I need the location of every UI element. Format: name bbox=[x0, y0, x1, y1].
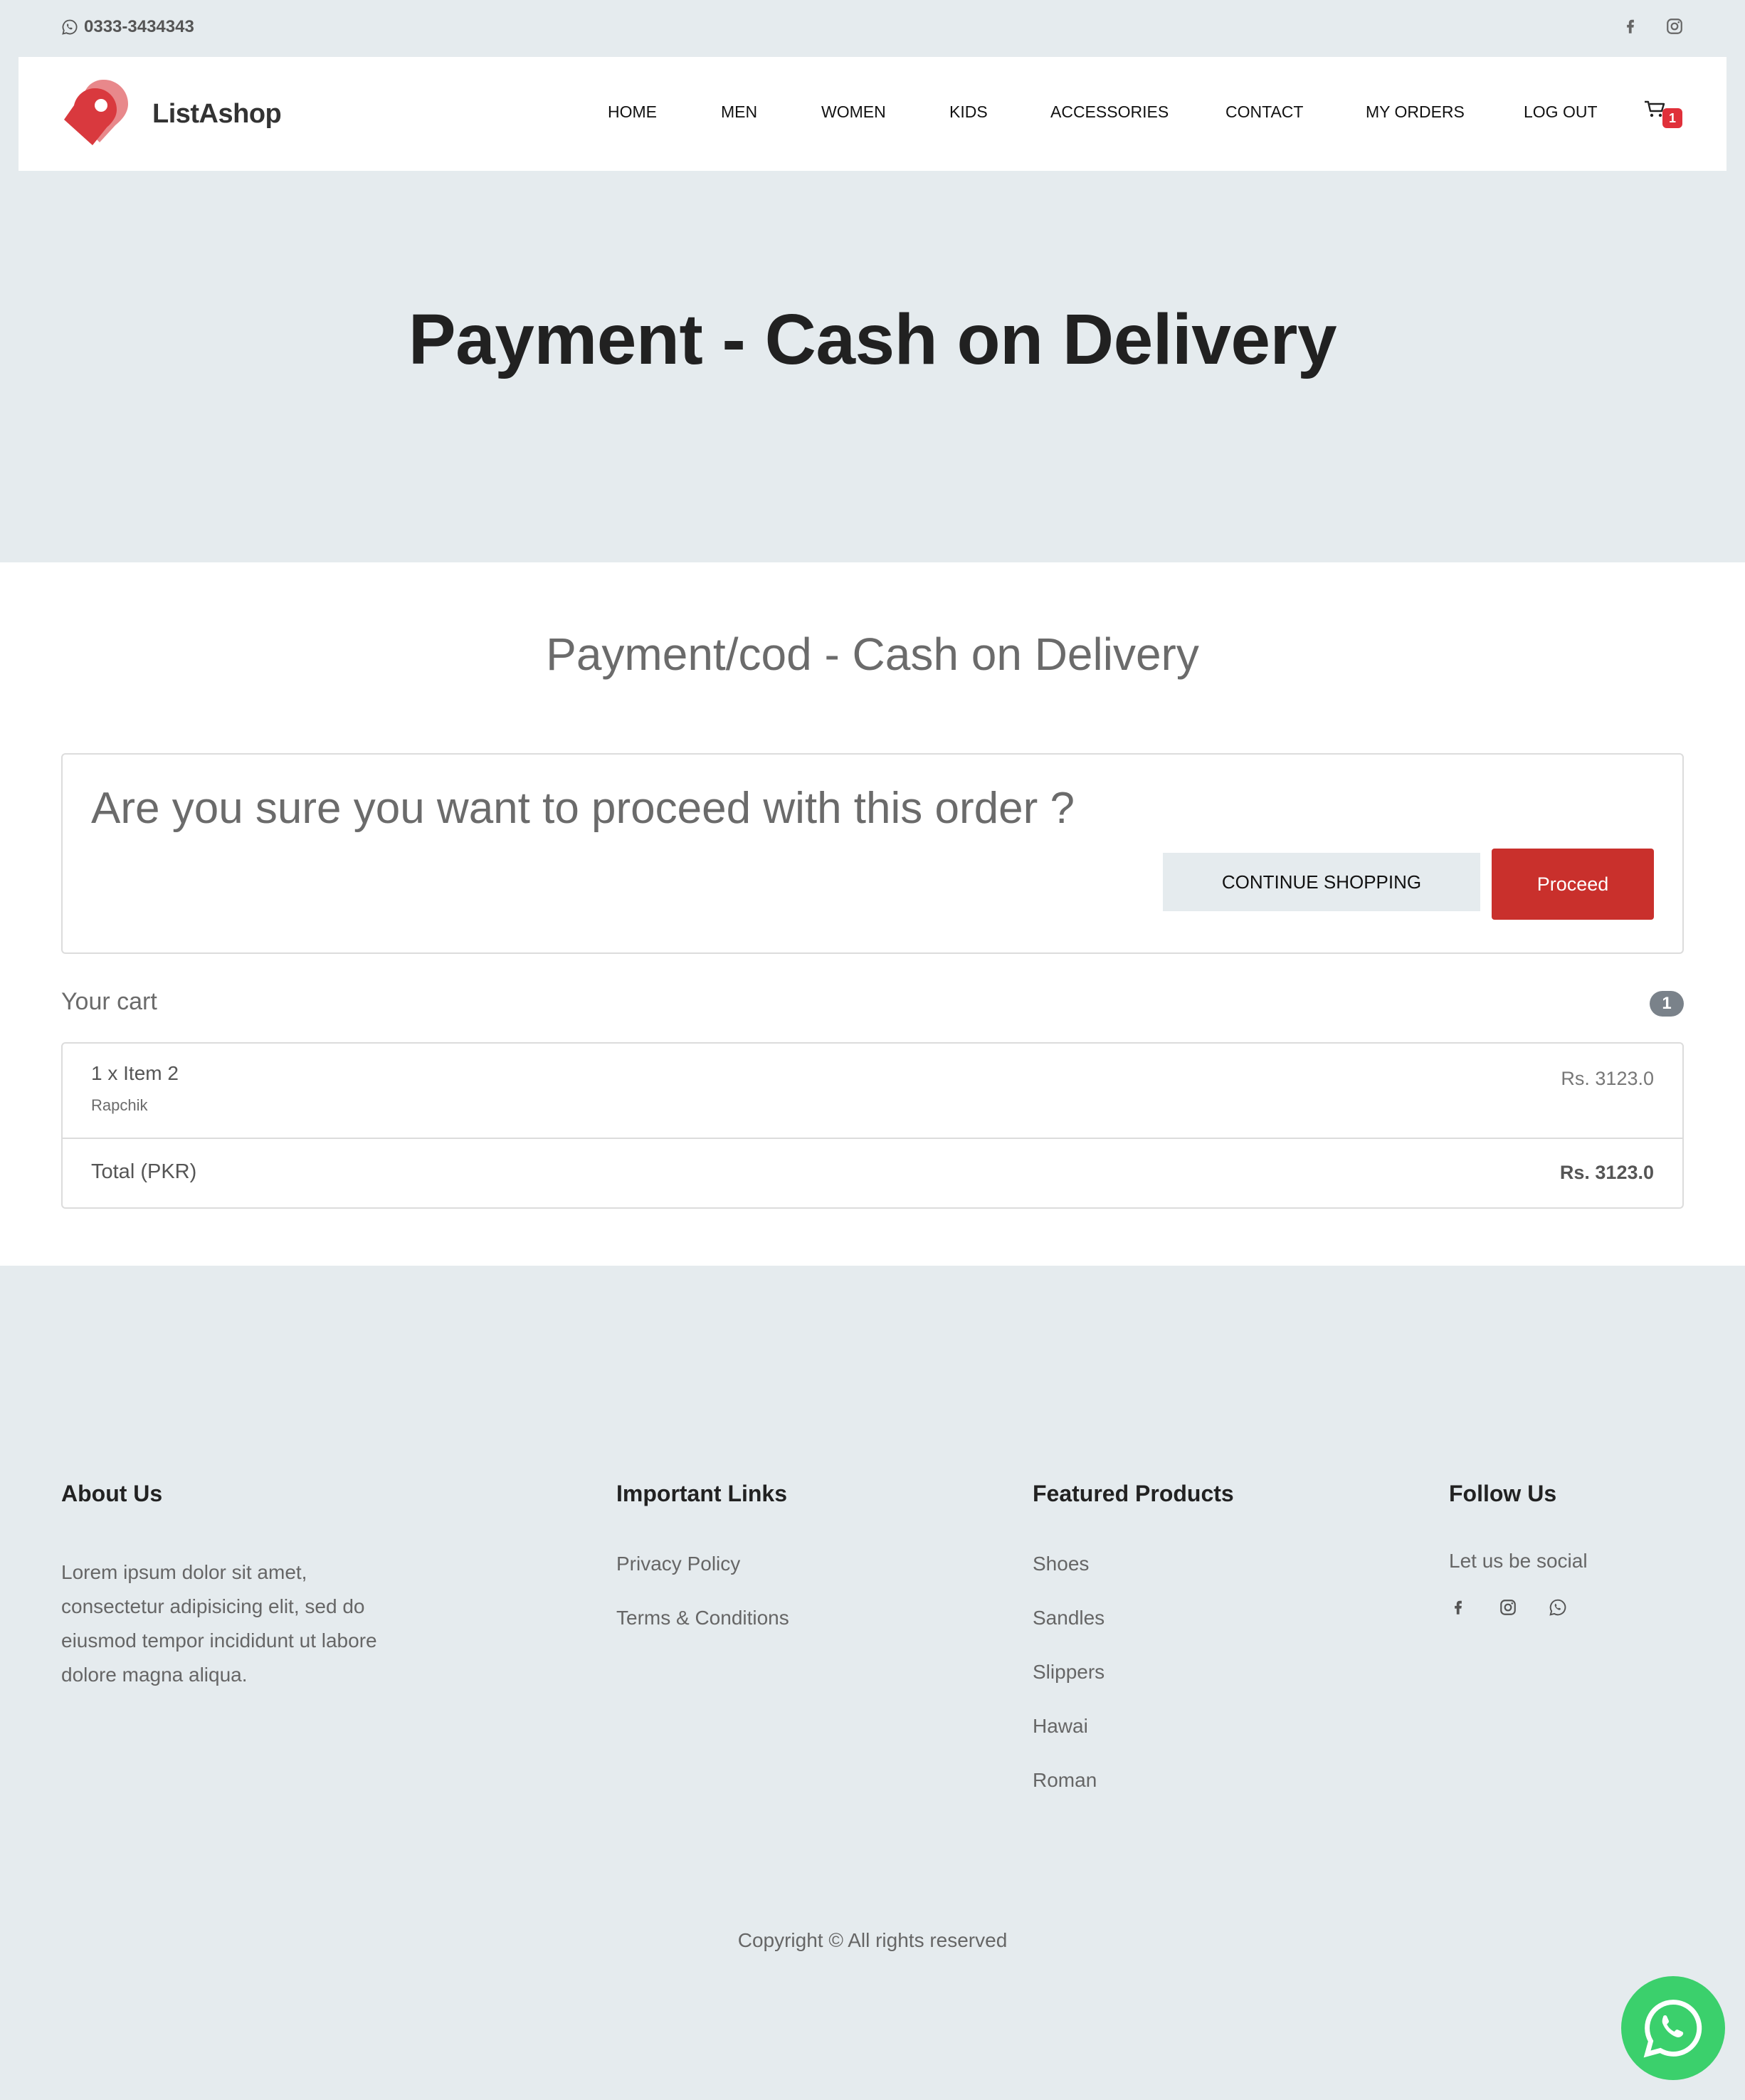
footer-follow-text: Let us be social bbox=[1449, 1550, 1588, 1572]
brand-logo[interactable]: ListAshop bbox=[60, 77, 282, 151]
cart-item-brand: Rapchik bbox=[91, 1096, 148, 1114]
footer-follow-title: Follow Us bbox=[1449, 1481, 1557, 1506]
nav-contact[interactable]: CONTACT bbox=[1225, 103, 1303, 122]
proceed-button[interactable]: Proceed bbox=[1492, 849, 1654, 920]
location-tag-logo-icon bbox=[64, 79, 128, 145]
footer-product-roman[interactable]: Roman bbox=[1033, 1766, 1234, 1820]
nav-log-out[interactable]: LOG OUT bbox=[1524, 103, 1598, 122]
footer-about-title: About Us bbox=[61, 1481, 163, 1506]
footer-featured-title: Featured Products bbox=[1033, 1481, 1234, 1506]
nav-home[interactable]: HOME bbox=[608, 103, 657, 122]
cart-button[interactable]: 1 bbox=[1644, 100, 1682, 128]
footer-about: About Us Lorem ipsum dolor sit amet, con… bbox=[61, 1481, 410, 1692]
cart-total-value: Rs. 3123.0 bbox=[1559, 1162, 1654, 1183]
footer-social-links bbox=[1449, 1598, 1588, 1617]
brand-name: ListAshop bbox=[152, 98, 282, 129]
main-navbar: ListAshop HOME MEN WOMEN KIDS ACCESSORIE… bbox=[19, 57, 1726, 171]
page-title: Payment - Cash on Delivery bbox=[408, 300, 1337, 379]
cart-item-price: Rs. 3123.0 bbox=[1561, 1068, 1654, 1089]
payment-section: Payment/cod - Cash on Delivery Are you s… bbox=[0, 562, 1745, 1266]
footer-important-links: Important Links Privacy Policy Terms & C… bbox=[616, 1481, 789, 1658]
footer-featured-products: Featured Products Shoes Sandles Slippers… bbox=[1033, 1481, 1234, 1820]
facebook-icon[interactable] bbox=[1621, 17, 1640, 36]
top-bar: 0333-3434343 bbox=[0, 0, 1745, 57]
footer-links-title: Important Links bbox=[616, 1481, 788, 1506]
footer-link-privacy-policy[interactable]: Privacy Policy bbox=[616, 1550, 789, 1604]
facebook-icon[interactable] bbox=[1449, 1598, 1467, 1617]
whatsapp-icon bbox=[1643, 2000, 1702, 2058]
cart-list: 1 x Item 2 Rapchik Rs. 3123.0 Total (PKR… bbox=[61, 1042, 1684, 1209]
cart-heading: Your cart bbox=[61, 988, 157, 1015]
payment-subtitle: Payment/cod - Cash on Delivery bbox=[546, 629, 1199, 680]
copyright-text: Copyright © All rights reserved bbox=[737, 1929, 1008, 1951]
nav-women[interactable]: WOMEN bbox=[821, 103, 886, 122]
order-confirm-card: Are you sure you want to proceed with th… bbox=[61, 753, 1684, 954]
nav-kids[interactable]: KIDS bbox=[949, 103, 988, 122]
confirm-question: Are you sure you want to proceed with th… bbox=[91, 784, 1075, 833]
nav-my-orders[interactable]: MY ORDERS bbox=[1366, 103, 1465, 122]
nav-accessories[interactable]: ACCESSORIES bbox=[1050, 103, 1169, 122]
phone-number: 0333-3434343 bbox=[84, 17, 194, 36]
instagram-icon[interactable] bbox=[1499, 1598, 1517, 1617]
footer-product-slippers[interactable]: Slippers bbox=[1033, 1658, 1234, 1712]
nav-men[interactable]: MEN bbox=[721, 103, 757, 122]
phone-contact[interactable]: 0333-3434343 bbox=[61, 17, 194, 37]
footer-product-shoes[interactable]: Shoes bbox=[1033, 1550, 1234, 1604]
cart-item-name: 1 x Item 2 bbox=[91, 1062, 179, 1084]
whatsapp-icon bbox=[62, 19, 78, 35]
instagram-icon[interactable] bbox=[1665, 17, 1684, 36]
cart-total-row: Total (PKR) Rs. 3123.0 bbox=[63, 1139, 1682, 1209]
whatsapp-icon[interactable] bbox=[1549, 1598, 1567, 1617]
whatsapp-chat-button[interactable] bbox=[1621, 1976, 1725, 2080]
continue-shopping-button[interactable]: CONTINUE SHOPPING bbox=[1163, 853, 1480, 911]
footer-follow-us: Follow Us Let us be social bbox=[1449, 1481, 1588, 1617]
top-social-links bbox=[1621, 17, 1684, 36]
footer-link-terms[interactable]: Terms & Conditions bbox=[616, 1604, 789, 1658]
footer-product-hawai[interactable]: Hawai bbox=[1033, 1712, 1234, 1766]
footer-about-text: Lorem ipsum dolor sit amet, consectetur … bbox=[61, 1561, 377, 1686]
cart-count-badge: 1 bbox=[1662, 108, 1682, 128]
footer-product-sandles[interactable]: Sandles bbox=[1033, 1604, 1234, 1658]
list-item: 1 x Item 2 Rapchik Rs. 3123.0 bbox=[63, 1044, 1682, 1139]
cart-total-label: Total (PKR) bbox=[91, 1160, 197, 1183]
cart-count-pill: 1 bbox=[1650, 991, 1684, 1017]
